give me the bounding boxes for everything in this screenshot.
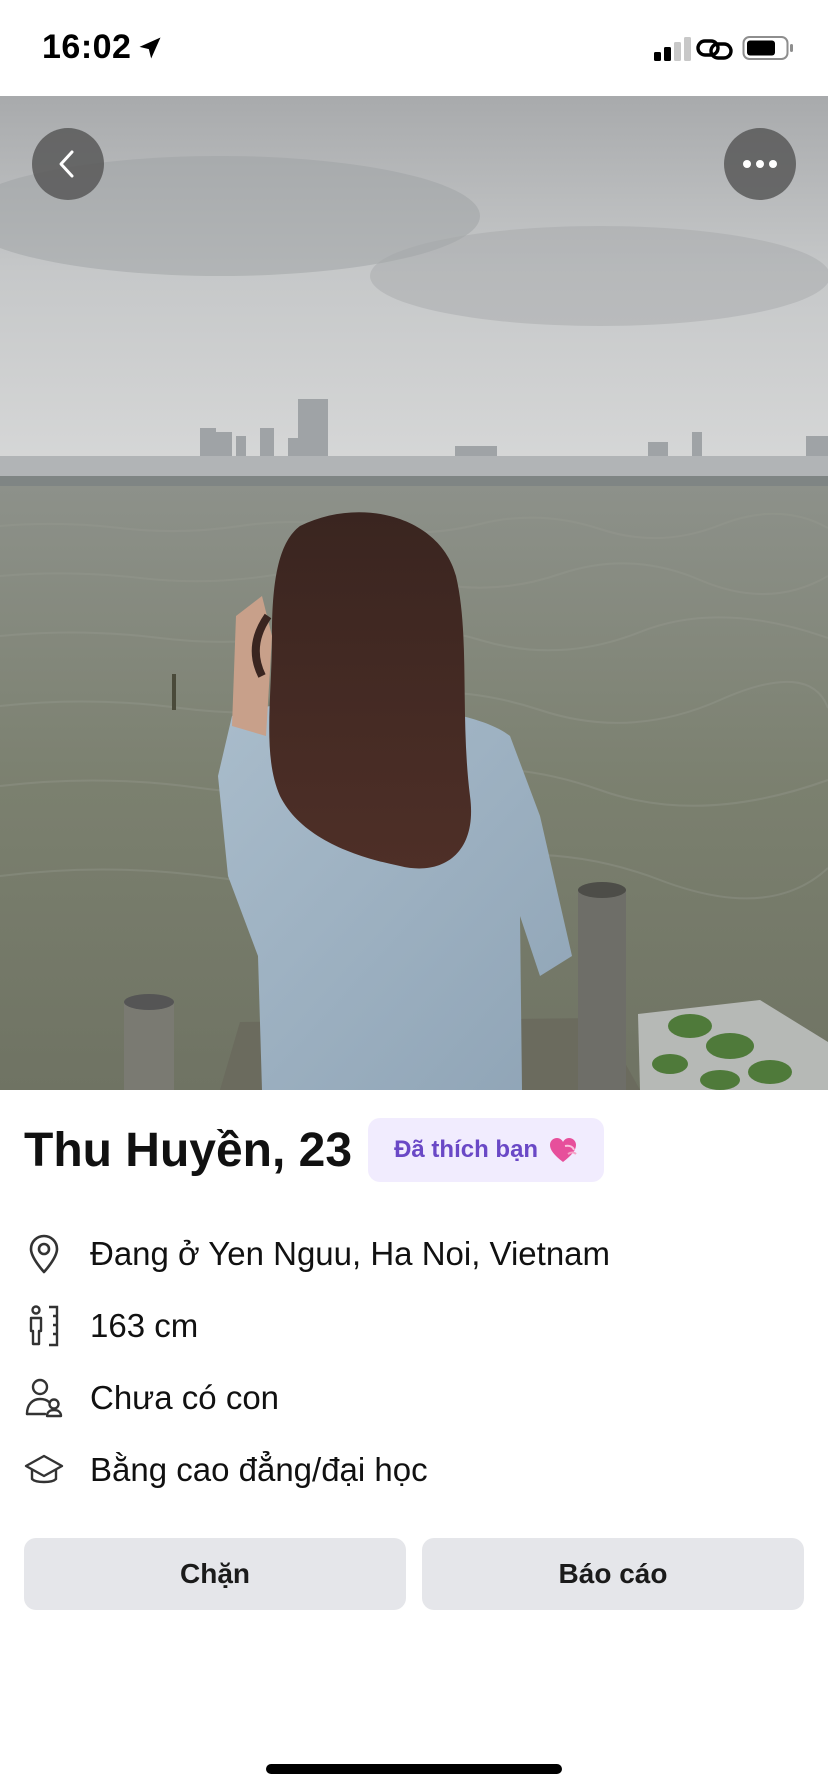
- profile-header: Thu Huyền, 23 Đã thích bạn: [24, 1118, 605, 1182]
- detail-location: Đang ở Yen Nguu, Ha Noi, Vietnam: [24, 1218, 804, 1290]
- personal-hotspot-icon: [696, 39, 733, 60]
- more-ellipsis-icon: [743, 160, 777, 168]
- heart-icon: [550, 1138, 577, 1162]
- report-button[interactable]: Báo cáo: [422, 1538, 804, 1610]
- liked-badge-label: Đã thích bạn: [394, 1136, 539, 1163]
- location-pin-icon: [24, 1232, 64, 1276]
- location-arrow-icon: [139, 37, 161, 59]
- detail-children-text: Chưa có con: [90, 1379, 280, 1416]
- profile-actions: Chặn Báo cáo: [24, 1538, 804, 1610]
- profile-name-age: Thu Huyền, 23: [24, 1123, 353, 1177]
- detail-height: 163 cm: [24, 1290, 804, 1362]
- detail-location-text: Đang ở Yen Nguu, Ha Noi, Vietnam: [90, 1235, 611, 1272]
- cellular-signal-icon: [654, 37, 691, 61]
- battery-icon: [742, 36, 793, 60]
- status-time: 16:02: [42, 28, 132, 66]
- liked-you-badge: Đã thích bạn: [368, 1118, 605, 1182]
- home-indicator[interactable]: [266, 1764, 562, 1774]
- detail-children: Chưa có con: [24, 1362, 804, 1434]
- back-button[interactable]: [32, 128, 104, 200]
- profile-photo[interactable]: [0, 96, 828, 1090]
- block-button[interactable]: Chặn: [24, 1538, 406, 1610]
- children-icon: [24, 1376, 64, 1420]
- graduation-cap-icon: [24, 1448, 64, 1492]
- back-chevron-icon: [59, 150, 74, 178]
- detail-education: Bằng cao đẳng/đại học: [24, 1434, 804, 1506]
- height-ruler-icon: [24, 1304, 64, 1348]
- profile-details: Đang ở Yen Nguu, Ha Noi, Vietnam 163 cm …: [24, 1218, 804, 1506]
- lake-photo-illustration: [0, 96, 828, 1090]
- detail-education-text: Bằng cao đẳng/đại học: [90, 1451, 428, 1488]
- more-options-button[interactable]: [724, 128, 796, 200]
- status-bar: 16:02: [0, 0, 828, 96]
- detail-height-text: 163 cm: [90, 1307, 199, 1344]
